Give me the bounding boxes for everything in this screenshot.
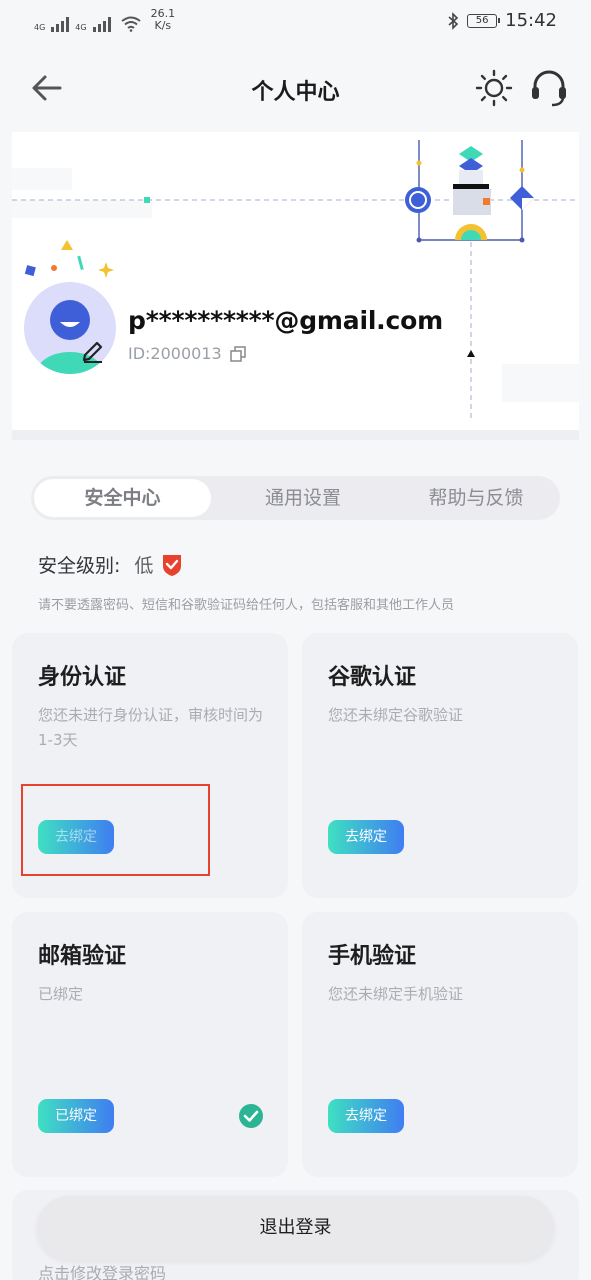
security-level-value: 低 (134, 555, 154, 577)
card-description: 您还未进行身份认证，审核时间为1-3天 (38, 706, 264, 749)
tab-security-center[interactable]: 安全中心 (34, 479, 211, 517)
theme-toggle-button[interactable] (474, 68, 514, 108)
email-verification-card[interactable]: 邮箱验证 已绑定 已绑定 (12, 912, 288, 1177)
status-right: 56 15:42 (447, 10, 557, 31)
check-circle-icon (239, 1104, 263, 1128)
network-type-2: 4G (75, 23, 87, 32)
edit-avatar-button[interactable] (78, 334, 108, 364)
settings-tabs: 安全中心 通用设置 帮助与反馈 (31, 476, 560, 520)
card-title: 身份认证 (38, 665, 127, 690)
user-email: p**********@gmail.com (128, 306, 443, 335)
user-id-row: ID:2000013 (128, 344, 246, 363)
card-description: 您还未绑定谷歌验证 (328, 706, 464, 724)
status-left: 4G 4G 26.1 K/s (34, 8, 175, 32)
clock: 15:42 (505, 10, 557, 31)
profile-divider (12, 430, 579, 440)
shield-check-icon (163, 554, 182, 576)
phone-verification-card[interactable]: 手机验证 您还未绑定手机验证 去绑定 (302, 912, 578, 1177)
network-speed: 26.1 K/s (151, 8, 176, 32)
highlight-annotation-box (21, 784, 210, 876)
signal-icon-2 (92, 16, 111, 32)
security-level-label: 安全级别: (38, 555, 121, 577)
wifi-icon (120, 16, 141, 32)
card-description: 已绑定 (38, 985, 84, 1003)
profile-decoration-illustration (12, 140, 579, 422)
customer-support-button[interactable] (528, 68, 570, 108)
card-description: 您还未绑定手机验证 (328, 985, 464, 1003)
security-level-row: 安全级别: 低 (38, 551, 183, 578)
google-bind-button[interactable]: 去绑定 (328, 820, 404, 854)
headset-icon (532, 70, 566, 107)
signal-icon (51, 16, 70, 32)
email-bound-button[interactable]: 已绑定 (38, 1099, 114, 1133)
copy-icon[interactable] (229, 345, 246, 362)
header: 个人中心 (0, 48, 591, 128)
bluetooth-icon (448, 11, 459, 30)
pencil-icon (82, 341, 103, 363)
battery-icon: 56 (467, 13, 501, 28)
card-title: 手机验证 (328, 944, 417, 969)
network-speed-unit: K/s (154, 19, 172, 32)
card-title: 谷歌认证 (328, 665, 417, 690)
card-title: 邮箱验证 (38, 944, 127, 969)
tab-help-feedback[interactable]: 帮助与反馈 (395, 479, 557, 517)
logout-button[interactable]: 退出登录 (37, 1196, 554, 1260)
sun-icon (475, 69, 513, 107)
phone-bind-button[interactable]: 去绑定 (328, 1099, 404, 1133)
tab-general-settings[interactable]: 通用设置 (215, 479, 391, 517)
status-bar: 4G 4G 26.1 K/s 56 15:42 (0, 0, 591, 40)
network-type-1: 4G (34, 23, 46, 32)
profile-card: p**********@gmail.com ID:2000013 (12, 132, 579, 430)
change-password-hint: 点击修改登录密码 (38, 1264, 167, 1280)
security-warning: 请不要透露密码、短信和谷歌验证码给任何人，包括客服和其他工作人员 (38, 598, 455, 613)
user-id: ID:2000013 (128, 344, 222, 363)
google-auth-card[interactable]: 谷歌认证 您还未绑定谷歌验证 去绑定 (302, 633, 578, 898)
